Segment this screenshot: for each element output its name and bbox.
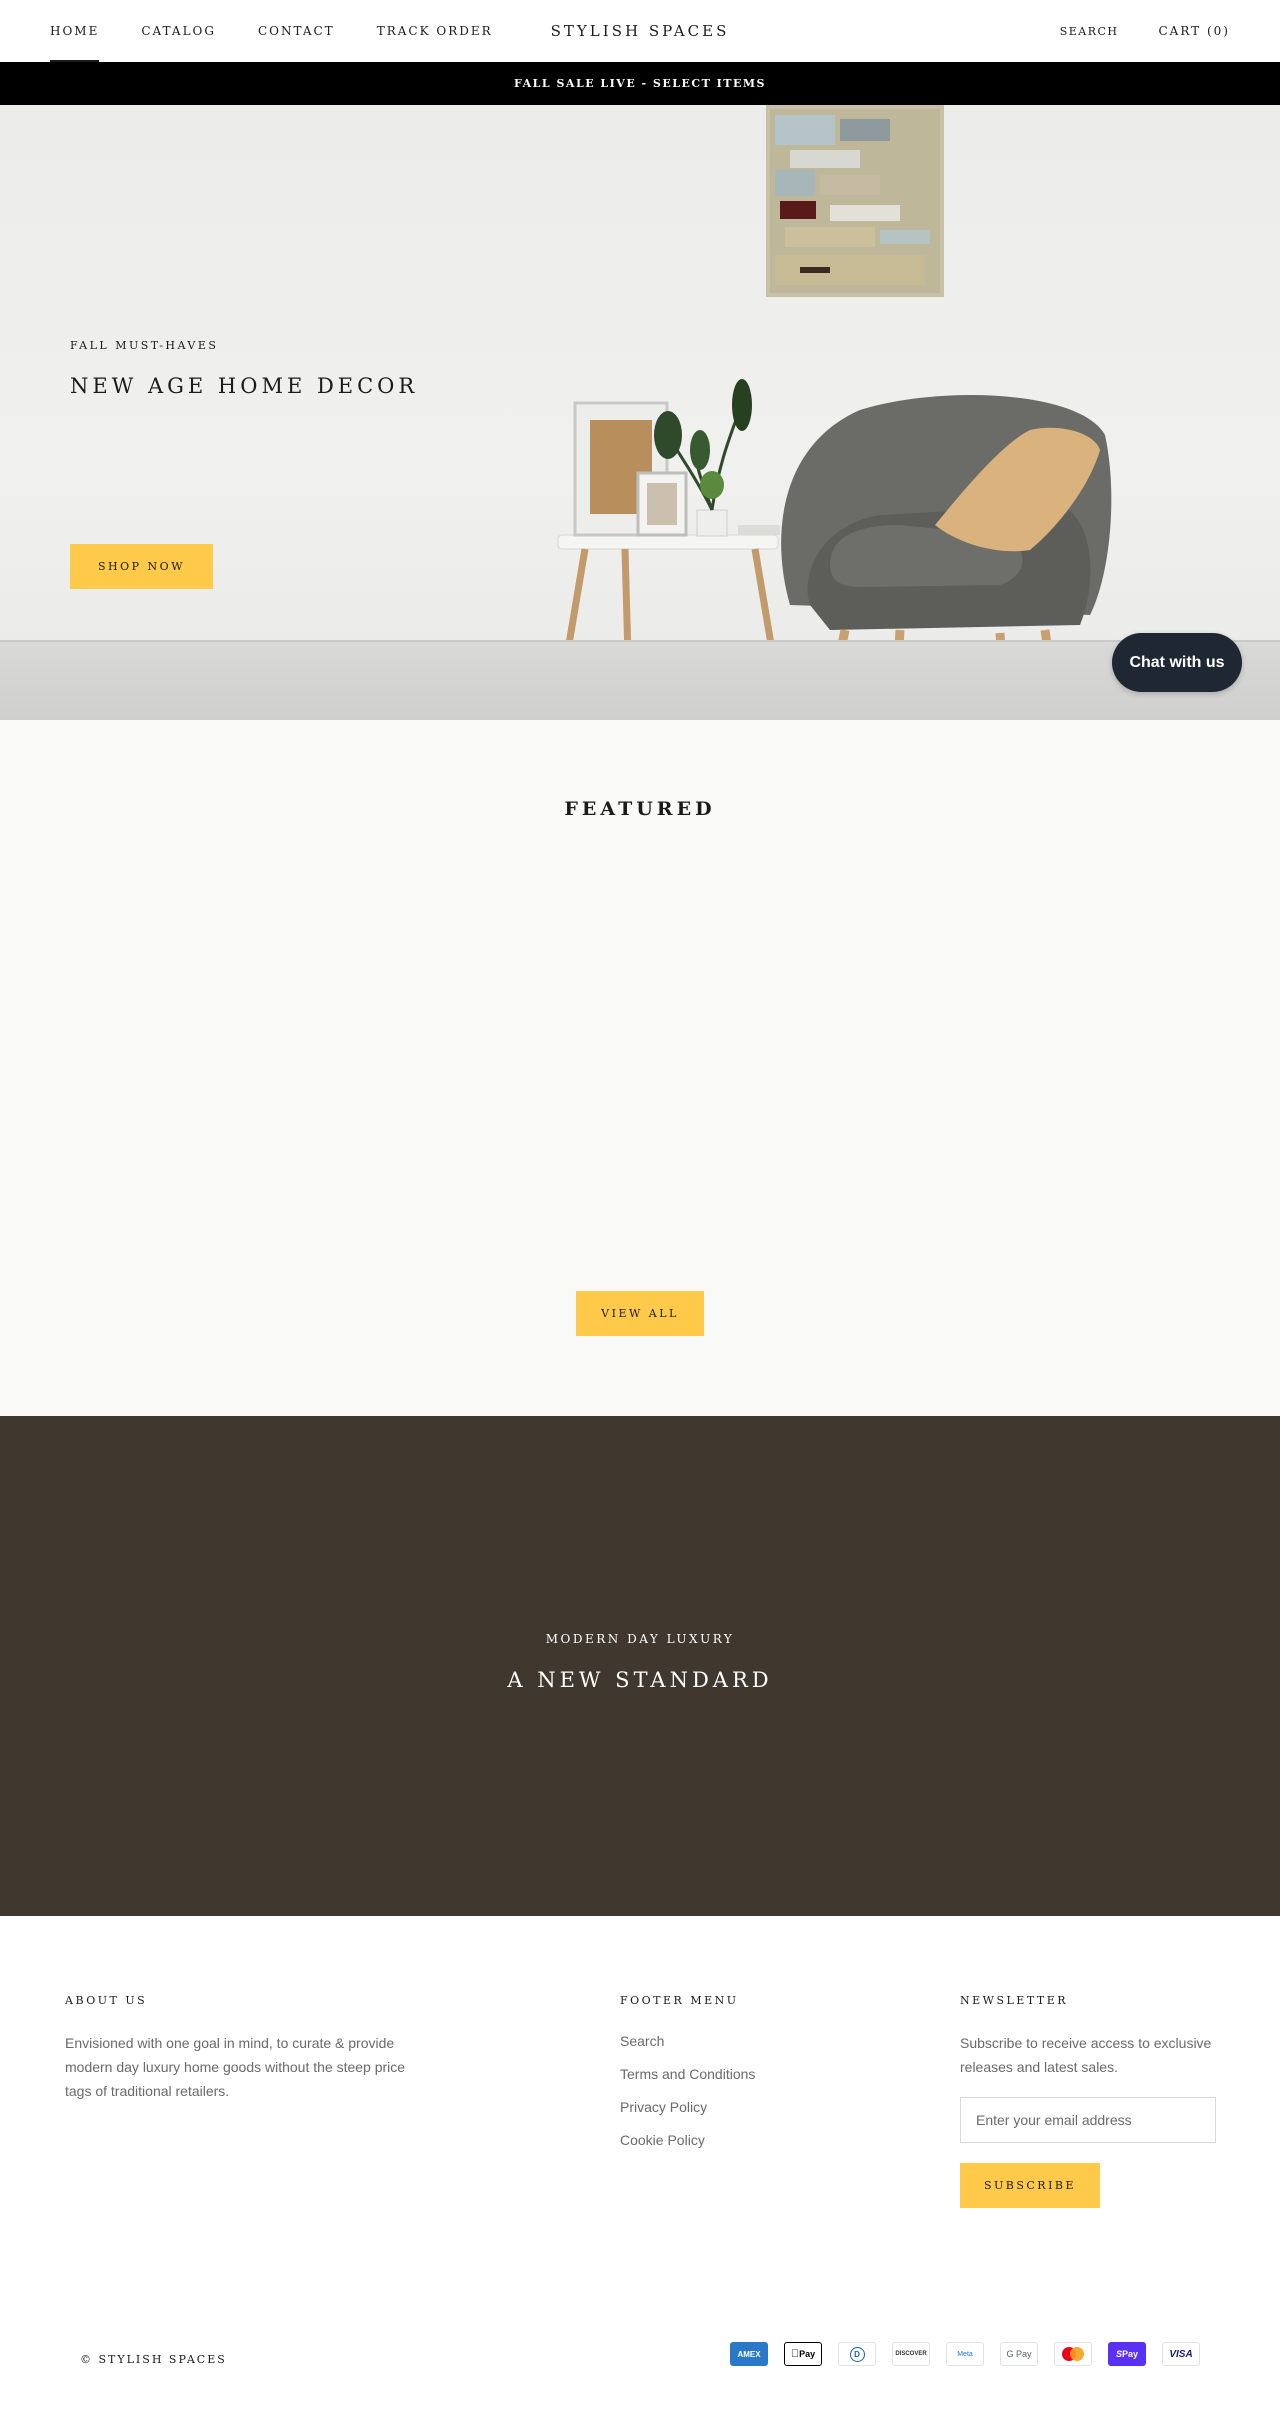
brand-banner: MODERN DAY LUXURY A NEW STANDARD [0, 1416, 1280, 1916]
copyright: © STYLISH SPACES [80, 2353, 227, 2366]
banner-kicker: MODERN DAY LUXURY [545, 1632, 735, 1646]
footer-menu: FOOTER MENU Search Terms and Conditions … [620, 1994, 870, 2161]
footer-link-cookie[interactable]: Cookie Policy [620, 2128, 870, 2161]
nav-catalog[interactable]: CATALOG [141, 0, 216, 62]
shop-now-button[interactable]: SHOP NOW [70, 544, 213, 589]
newsletter-text: Subscribe to receive access to exclusive… [960, 2035, 1212, 2075]
footer-menu-list: Search Terms and Conditions Privacy Poli… [620, 2029, 870, 2161]
footer-link-search[interactable]: Search [620, 2029, 870, 2062]
wall-painting [766, 105, 944, 297]
email-field[interactable] [960, 2097, 1216, 2143]
apple-logo-icon:  [791, 2348, 799, 2360]
nav-contact[interactable]: CONTACT [258, 0, 335, 62]
footer-menu-heading: FOOTER MENU [620, 1994, 739, 2007]
hero-kicker: FALL MUST-HAVES [70, 339, 219, 352]
footer-about: ABOUT US Envisioned with one goal in min… [65, 1994, 425, 2103]
subscribe-button[interactable]: SUBSCRIBE [960, 2163, 1100, 2208]
about-heading: ABOUT US [65, 1994, 148, 2007]
view-all-button[interactable]: VIEW ALL [576, 1291, 704, 1336]
announcement-text[interactable]: FALL SALE LIVE - SELECT ITEMS [514, 77, 766, 90]
mastercard-icon [1054, 2342, 1092, 2366]
hero-section: FALL MUST-HAVES NEW AGE HOME DECOR SHOP … [0, 105, 1280, 720]
mastercard-circles [1062, 2347, 1084, 2361]
newsletter-heading: NEWSLETTER [960, 1994, 1069, 2007]
search-link[interactable]: SEARCH [1060, 25, 1119, 38]
nav-track-order[interactable]: TRACK ORDER [377, 0, 493, 62]
shop-pay-label: Pay [1122, 2349, 1139, 2359]
payment-icons: AMEX  Pay D DISCOVER Meta G Pay S Pay V… [714, 2342, 1200, 2366]
main-nav: HOME CATALOG CONTACT TRACK ORDER [50, 0, 535, 62]
hero-text: FALL MUST-HAVES NEW AGE HOME DECOR [70, 339, 418, 398]
apple-pay-icon:  Pay [784, 2342, 822, 2366]
footer-link-terms[interactable]: Terms and Conditions [620, 2062, 870, 2095]
site-header: HOME CATALOG CONTACT TRACK ORDER STYLISH… [0, 0, 1280, 62]
hero-floor [0, 640, 1280, 720]
footer-link-privacy[interactable]: Privacy Policy [620, 2095, 870, 2128]
site-logo[interactable]: STYLISH SPACES [551, 22, 730, 40]
discover-icon: DISCOVER [892, 2342, 930, 2366]
diners-label: D [849, 2346, 865, 2362]
chat-button[interactable]: Chat with us [1112, 633, 1242, 692]
meta-pay-icon: Meta [946, 2342, 984, 2366]
amex-icon: AMEX [730, 2342, 768, 2366]
diners-club-icon: D [838, 2342, 876, 2366]
side-table [557, 379, 780, 658]
apple-pay-label: Pay [794, 2349, 815, 2359]
visa-icon: VISA [1162, 2342, 1200, 2366]
site-footer: ABOUT US Envisioned with one goal in min… [0, 1916, 1280, 2420]
hero-title: NEW AGE HOME DECOR [70, 374, 419, 398]
announcement-bar: FALL SALE LIVE - SELECT ITEMS [0, 62, 1280, 105]
nav-home[interactable]: HOME [50, 0, 100, 62]
featured-section: FEATURED VIEW ALL [0, 720, 1280, 1416]
featured-title: FEATURED [564, 798, 716, 820]
banner-title: A NEW STANDARD [507, 1668, 773, 1692]
footer-newsletter: NEWSLETTER Subscribe to receive access t… [960, 1994, 1216, 2208]
shop-pay-icon: S Pay [1108, 2342, 1146, 2366]
about-text: Envisioned with one goal in mind, to cur… [65, 2035, 406, 2099]
cart-link[interactable]: CART (0) [1159, 24, 1231, 38]
hero-image [557, 105, 1112, 716]
google-pay-icon: G Pay [1000, 2342, 1038, 2366]
header-actions: SEARCH CART (0) [1020, 0, 1230, 62]
